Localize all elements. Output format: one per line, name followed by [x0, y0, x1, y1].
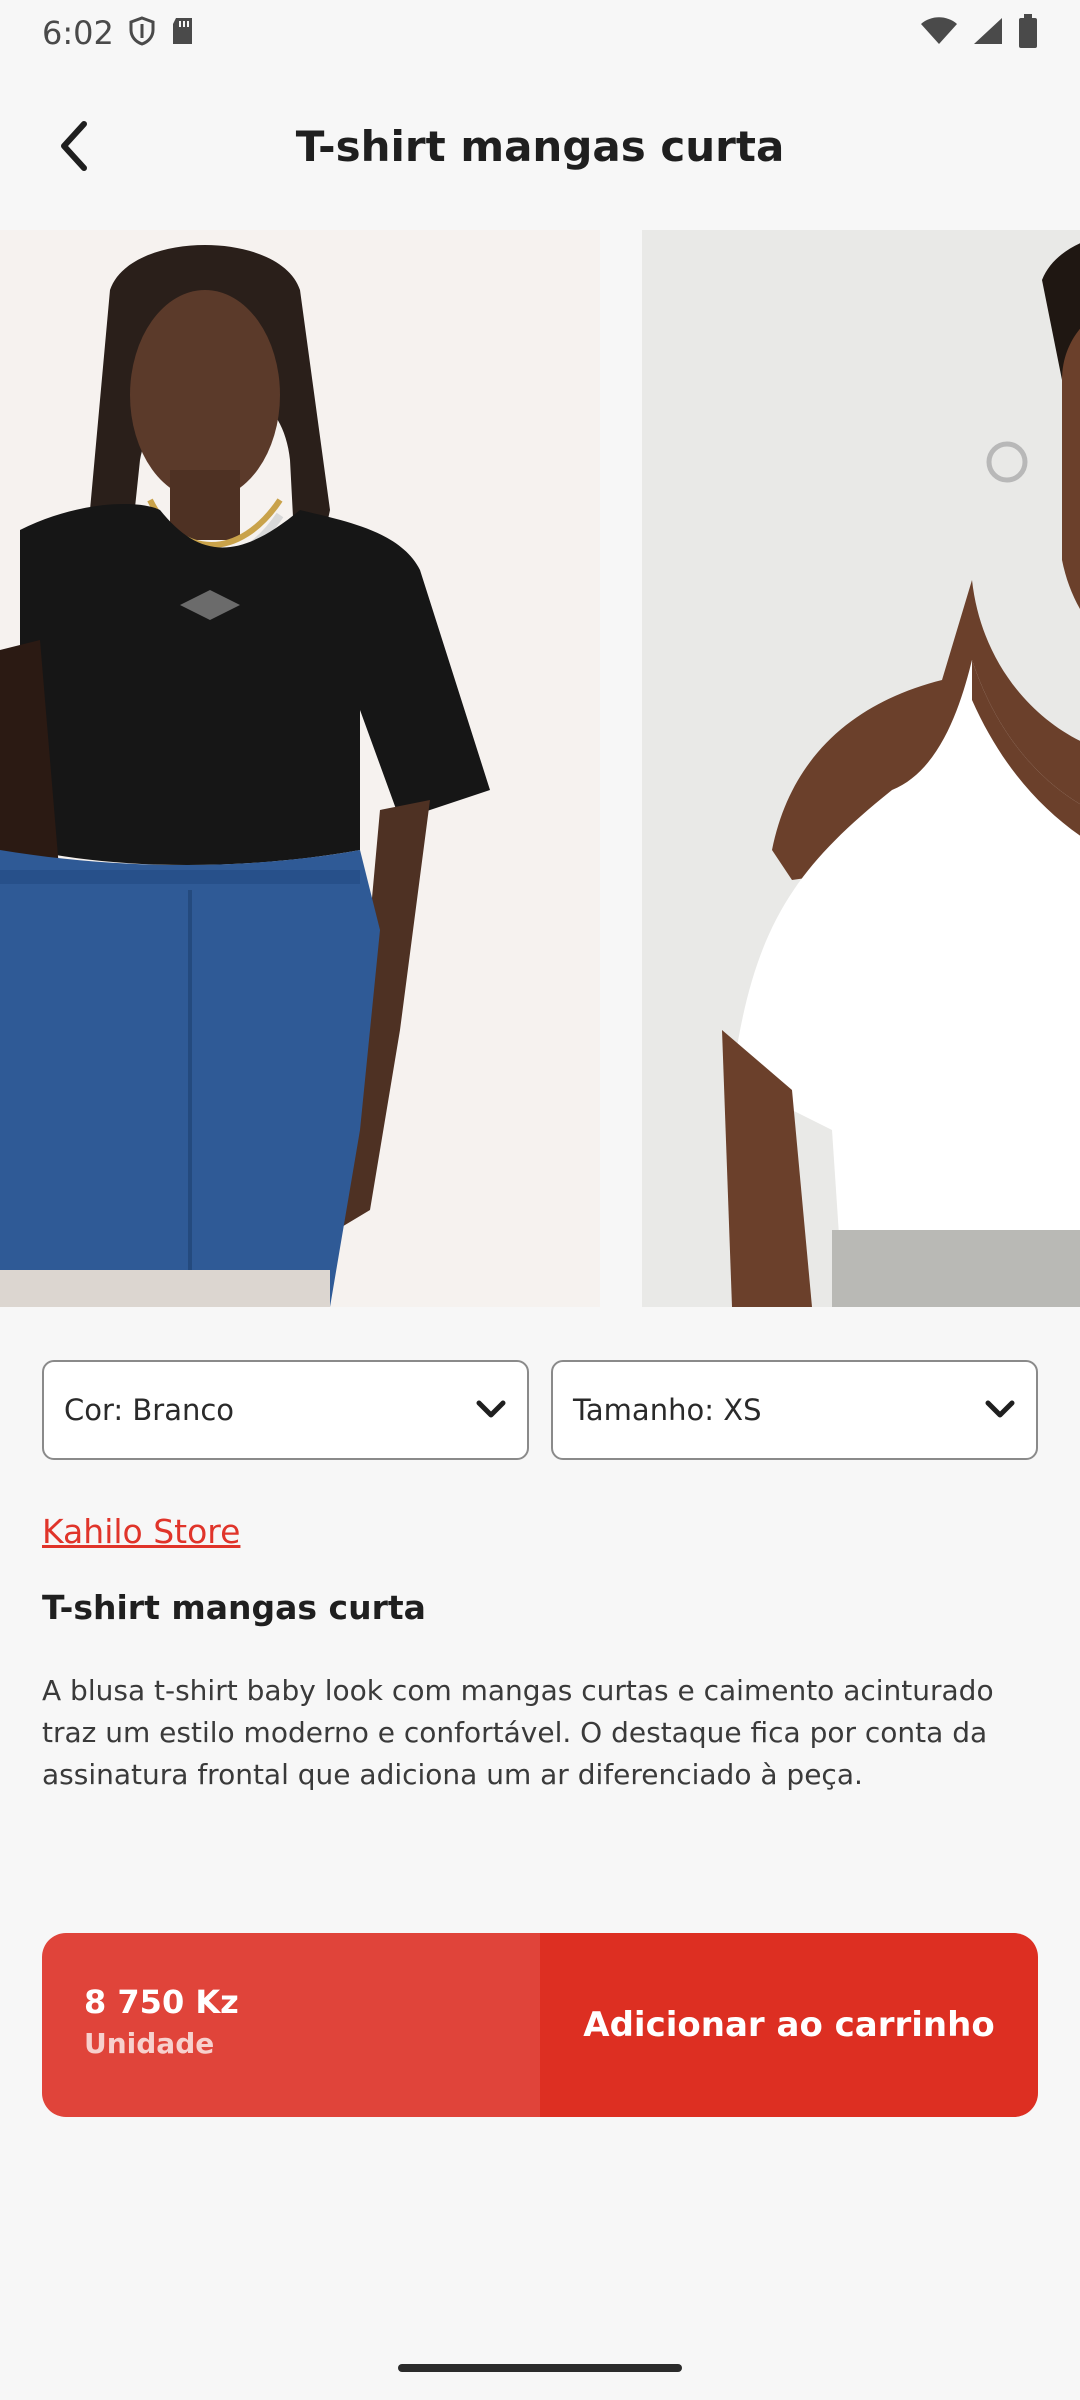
product-gallery[interactable] — [0, 230, 1080, 1307]
signal-icon — [972, 16, 1004, 50]
product-photo-black-tshirt[interactable] — [0, 230, 600, 1307]
color-select[interactable]: Cor: Branco — [42, 1360, 529, 1460]
chevron-down-icon — [476, 1400, 506, 1418]
price-block: 8 750 Kz Unidade — [42, 1933, 540, 2117]
battery-icon — [1018, 14, 1038, 52]
product-name: T-shirt mangas curta — [42, 1588, 426, 1627]
cart-bar: 8 750 Kz Unidade Adicionar ao carrinho — [42, 1933, 1038, 2117]
product-photo-white-tshirt[interactable] — [642, 230, 1080, 1307]
product-description: A blusa t-shirt baby look com mangas cur… — [42, 1674, 994, 1791]
chevron-down-icon — [985, 1400, 1015, 1418]
status-bar: 6:02 — [0, 0, 1080, 66]
shield-icon — [128, 16, 156, 50]
status-left: 6:02 — [42, 14, 196, 52]
home-indicator[interactable] — [398, 2364, 682, 2372]
size-select[interactable]: Tamanho: XS — [551, 1360, 1038, 1460]
color-select-label: Cor: Branco — [64, 1393, 235, 1427]
store-link[interactable]: Kahilo Store — [42, 1512, 240, 1551]
back-button[interactable] — [46, 118, 102, 174]
size-select-label: Tamanho: XS — [573, 1393, 762, 1427]
add-to-cart-button[interactable]: Adicionar ao carrinho — [540, 1933, 1038, 2117]
wifi-icon — [920, 16, 958, 50]
status-time: 6:02 — [42, 14, 114, 52]
price-value: 8 750 Kz — [84, 1983, 239, 2021]
app-header: T-shirt mangas curta — [0, 96, 1080, 196]
variant-selectors: Cor: Branco Tamanho: XS — [42, 1360, 1038, 1462]
chevron-left-icon — [61, 121, 87, 171]
price-unit: Unidade — [84, 2027, 215, 2060]
sd-card-icon — [170, 16, 196, 50]
page-title: T-shirt mangas curta — [295, 121, 785, 171]
status-right — [920, 14, 1038, 52]
